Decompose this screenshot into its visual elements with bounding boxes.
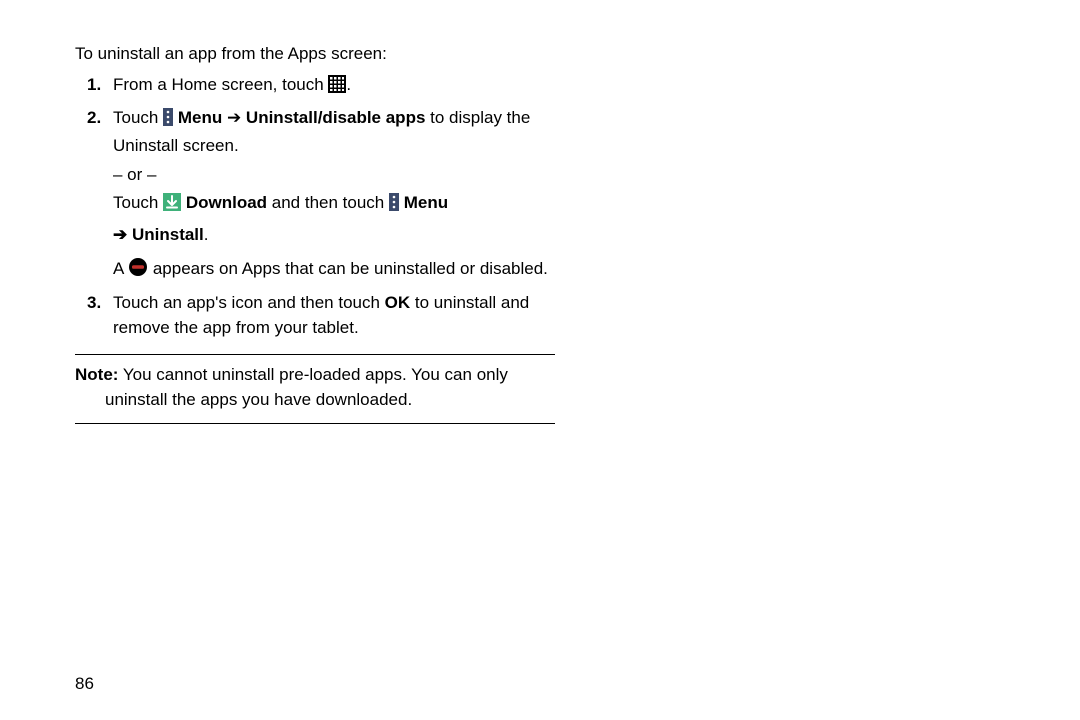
- step-1-body: From a Home screen, touch .: [113, 73, 555, 105]
- step-3-ok: OK: [385, 293, 411, 312]
- page-number: 86: [75, 674, 94, 694]
- step-1-text-a: From a Home screen, touch: [113, 75, 328, 94]
- note-label: Note:: [75, 365, 118, 384]
- note-block: Note: You cannot uninstall pre-loaded ap…: [75, 363, 555, 412]
- step-1: 1. From a Home screen, touch .: [87, 73, 555, 105]
- content-column: To uninstall an app from the Apps screen…: [75, 42, 555, 344]
- step-2-l3-b: .: [204, 225, 209, 244]
- menu-overflow-icon: [389, 193, 399, 219]
- step-2: 2. Touch Menu ➔ Uninstall/disable apps t…: [87, 106, 555, 289]
- step-2-l4-b: appears on Apps that can be uninstalled …: [148, 259, 548, 278]
- step-2-l3-arrow: ➔: [113, 225, 132, 244]
- step-3-l1-a: Touch an app's icon and then touch: [113, 293, 385, 312]
- step-1-text-b: .: [346, 75, 351, 94]
- manual-page: To uninstall an app from the Apps screen…: [0, 0, 1080, 720]
- apps-grid-icon: [328, 75, 346, 101]
- download-icon: [163, 193, 181, 219]
- step-2-l2-dl: Download: [186, 193, 267, 212]
- step-2-l1-uninstall: Uninstall/disable apps: [246, 108, 426, 127]
- note-line2: uninstall the apps you have downloaded.: [75, 388, 555, 413]
- step-1-number: 1.: [87, 73, 113, 98]
- step-3-number: 3.: [87, 291, 113, 316]
- step-2-l3-uninstall: Uninstall: [132, 225, 204, 244]
- step-2-l1-a: Touch: [113, 108, 163, 127]
- remove-badge-icon: [128, 257, 148, 285]
- steps-list: 1. From a Home screen, touch . 2. Touch …: [75, 73, 555, 345]
- step-2-l2-menu: Menu: [404, 193, 448, 212]
- step-2-l2-a: Touch: [113, 193, 163, 212]
- intro-text: To uninstall an app from the Apps screen…: [75, 42, 555, 67]
- menu-overflow-icon: [163, 108, 173, 134]
- step-2-number: 2.: [87, 106, 113, 131]
- step-2-l1-menu: Menu: [178, 108, 222, 127]
- divider-top: [75, 354, 555, 355]
- step-2-or: – or –: [113, 163, 555, 188]
- step-2-l1-arrow: ➔: [222, 108, 246, 127]
- step-2-l4-a: A: [113, 259, 128, 278]
- step-3-body: Touch an app's icon and then touch OK to…: [113, 291, 555, 344]
- step-3: 3. Touch an app's icon and then touch OK…: [87, 291, 555, 344]
- divider-bottom: [75, 423, 555, 424]
- note-line1: You cannot uninstall pre-loaded apps. Yo…: [118, 365, 507, 384]
- step-2-body: Touch Menu ➔ Uninstall/disable apps to d…: [113, 106, 555, 289]
- step-2-l2-b: and then touch: [267, 193, 389, 212]
